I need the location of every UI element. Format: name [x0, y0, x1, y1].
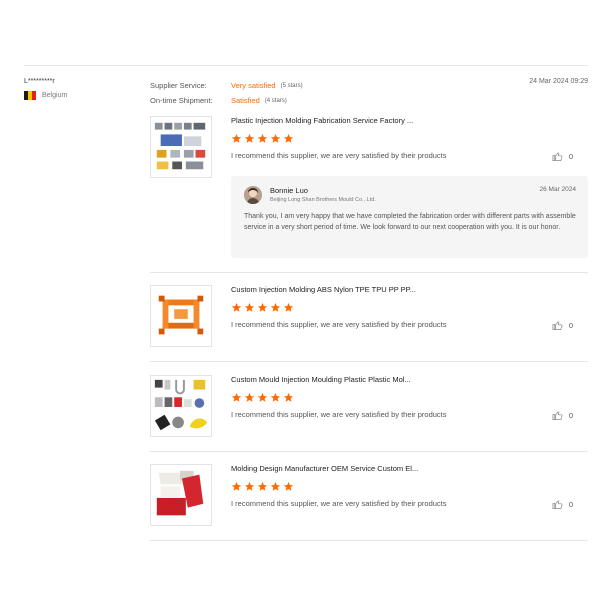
- star-icon: [231, 392, 242, 402]
- star-icon: [270, 392, 281, 402]
- star-rating: [231, 392, 588, 404]
- product-title-link[interactable]: Custom Injection Molding ABS Nylon TPE T…: [231, 285, 588, 296]
- star-icon: [244, 392, 255, 402]
- star-icon: [270, 133, 281, 143]
- product-title-link[interactable]: Molding Design Manufacturer OEM Service …: [231, 464, 588, 475]
- shipment-stars: (4 stars): [264, 97, 287, 104]
- top-divider: [24, 65, 588, 66]
- star-icon: [257, 481, 268, 491]
- thumbs-up-icon: [552, 411, 563, 420]
- star-icon: [270, 481, 281, 491]
- supplier-service-row: Supplier Service: Very satisfied (5 star…: [150, 78, 588, 93]
- item-content: Molding Design Manufacturer OEM Service …: [231, 464, 588, 508]
- item-divider: [150, 361, 588, 362]
- reply-text: Thank you, I am very happy that we have …: [244, 213, 576, 231]
- flag-stripe-red: [32, 91, 36, 100]
- like-count: 0: [568, 411, 573, 420]
- like-button[interactable]: 0: [552, 499, 573, 510]
- country-name: Belgium: [42, 92, 68, 99]
- product-title-link[interactable]: Custom Mould Injection Moulding Plastic …: [231, 375, 588, 386]
- assorted-parts-illustration: [154, 379, 208, 431]
- star-icon: [231, 133, 242, 143]
- red-white-parts-image[interactable]: [150, 464, 212, 526]
- assorted-plastic-parts-image[interactable]: [150, 375, 212, 437]
- avatar-illustration: [244, 186, 262, 204]
- item-content: Custom Mould Injection Moulding Plastic …: [231, 375, 588, 419]
- product-title-link[interactable]: Plastic Injection Molding Fabrication Se…: [231, 116, 588, 127]
- molding-machines-image[interactable]: [150, 116, 212, 178]
- like-count: 0: [568, 500, 573, 509]
- item-divider: [150, 272, 588, 273]
- thumbs-up-icon: [552, 321, 563, 330]
- star-icon: [231, 302, 242, 312]
- orange-part-illustration: [158, 295, 204, 335]
- like-button[interactable]: 0: [552, 151, 573, 162]
- star-icon: [244, 133, 255, 143]
- reply-date: 26 Mar 2024: [539, 186, 577, 193]
- star-icon: [283, 481, 294, 491]
- star-icon: [257, 392, 268, 402]
- avatar: [244, 186, 262, 204]
- reply-company: Beijing Long Shan Brothers Mould Co., Lt…: [270, 197, 376, 203]
- item-divider: [150, 451, 588, 452]
- star-icon: [283, 133, 294, 143]
- item-content: Plastic Injection Molding Fabrication Se…: [231, 116, 588, 160]
- review-text: I recommend this supplier, we are very s…: [231, 151, 447, 160]
- star-icon: [244, 302, 255, 312]
- shipment-label: On-time Shipment:: [150, 96, 213, 105]
- rating-summary: Supplier Service: Very satisfied (5 star…: [150, 78, 588, 108]
- review-date: 24 Mar 2024 09:29: [529, 78, 588, 85]
- supplier-reply: Bonnie Luo Beijing Long Shan Brothers Mo…: [231, 176, 588, 258]
- star-rating: [231, 302, 588, 314]
- review-text: I recommend this supplier, we are very s…: [231, 499, 447, 508]
- review-text: I recommend this supplier, we are very s…: [231, 410, 447, 419]
- reply-author: Bonnie Luo: [270, 186, 308, 195]
- star-icon: [231, 481, 242, 491]
- star-icon: [283, 392, 294, 402]
- star-icon: [244, 481, 255, 491]
- item-divider: [150, 540, 588, 541]
- like-button[interactable]: 0: [552, 320, 573, 331]
- supplier-service-label: Supplier Service:: [150, 81, 207, 90]
- like-button[interactable]: 0: [552, 410, 573, 421]
- shipment-value: Satisfied: [231, 96, 260, 105]
- reviewer-name: L*********r: [24, 78, 55, 85]
- supplier-service-stars: (5 stars): [280, 82, 303, 89]
- thumbs-up-icon: [552, 500, 563, 509]
- like-count: 0: [568, 321, 573, 330]
- reviewer-country: Belgium: [24, 91, 134, 100]
- item-content: Custom Injection Molding ABS Nylon TPE T…: [231, 285, 588, 329]
- molding-machines-illustration: [154, 122, 206, 170]
- reviewer-info: L*********r Belgium: [24, 78, 134, 100]
- star-icon: [257, 302, 268, 312]
- star-icon: [257, 133, 268, 143]
- star-icon: [283, 302, 294, 312]
- orange-plastic-part-image[interactable]: [150, 285, 212, 347]
- like-count: 0: [568, 152, 573, 161]
- star-icon: [270, 302, 281, 312]
- supplier-service-value: Very satisfied: [231, 81, 276, 90]
- shipment-row: On-time Shipment: Satisfied (4 stars): [150, 93, 588, 108]
- star-rating: [231, 481, 588, 493]
- review-text: I recommend this supplier, we are very s…: [231, 320, 447, 329]
- red-white-parts-illustration: [156, 470, 204, 516]
- star-rating: [231, 133, 588, 145]
- belgium-flag-icon: [24, 91, 36, 100]
- thumbs-up-icon: [552, 152, 563, 161]
